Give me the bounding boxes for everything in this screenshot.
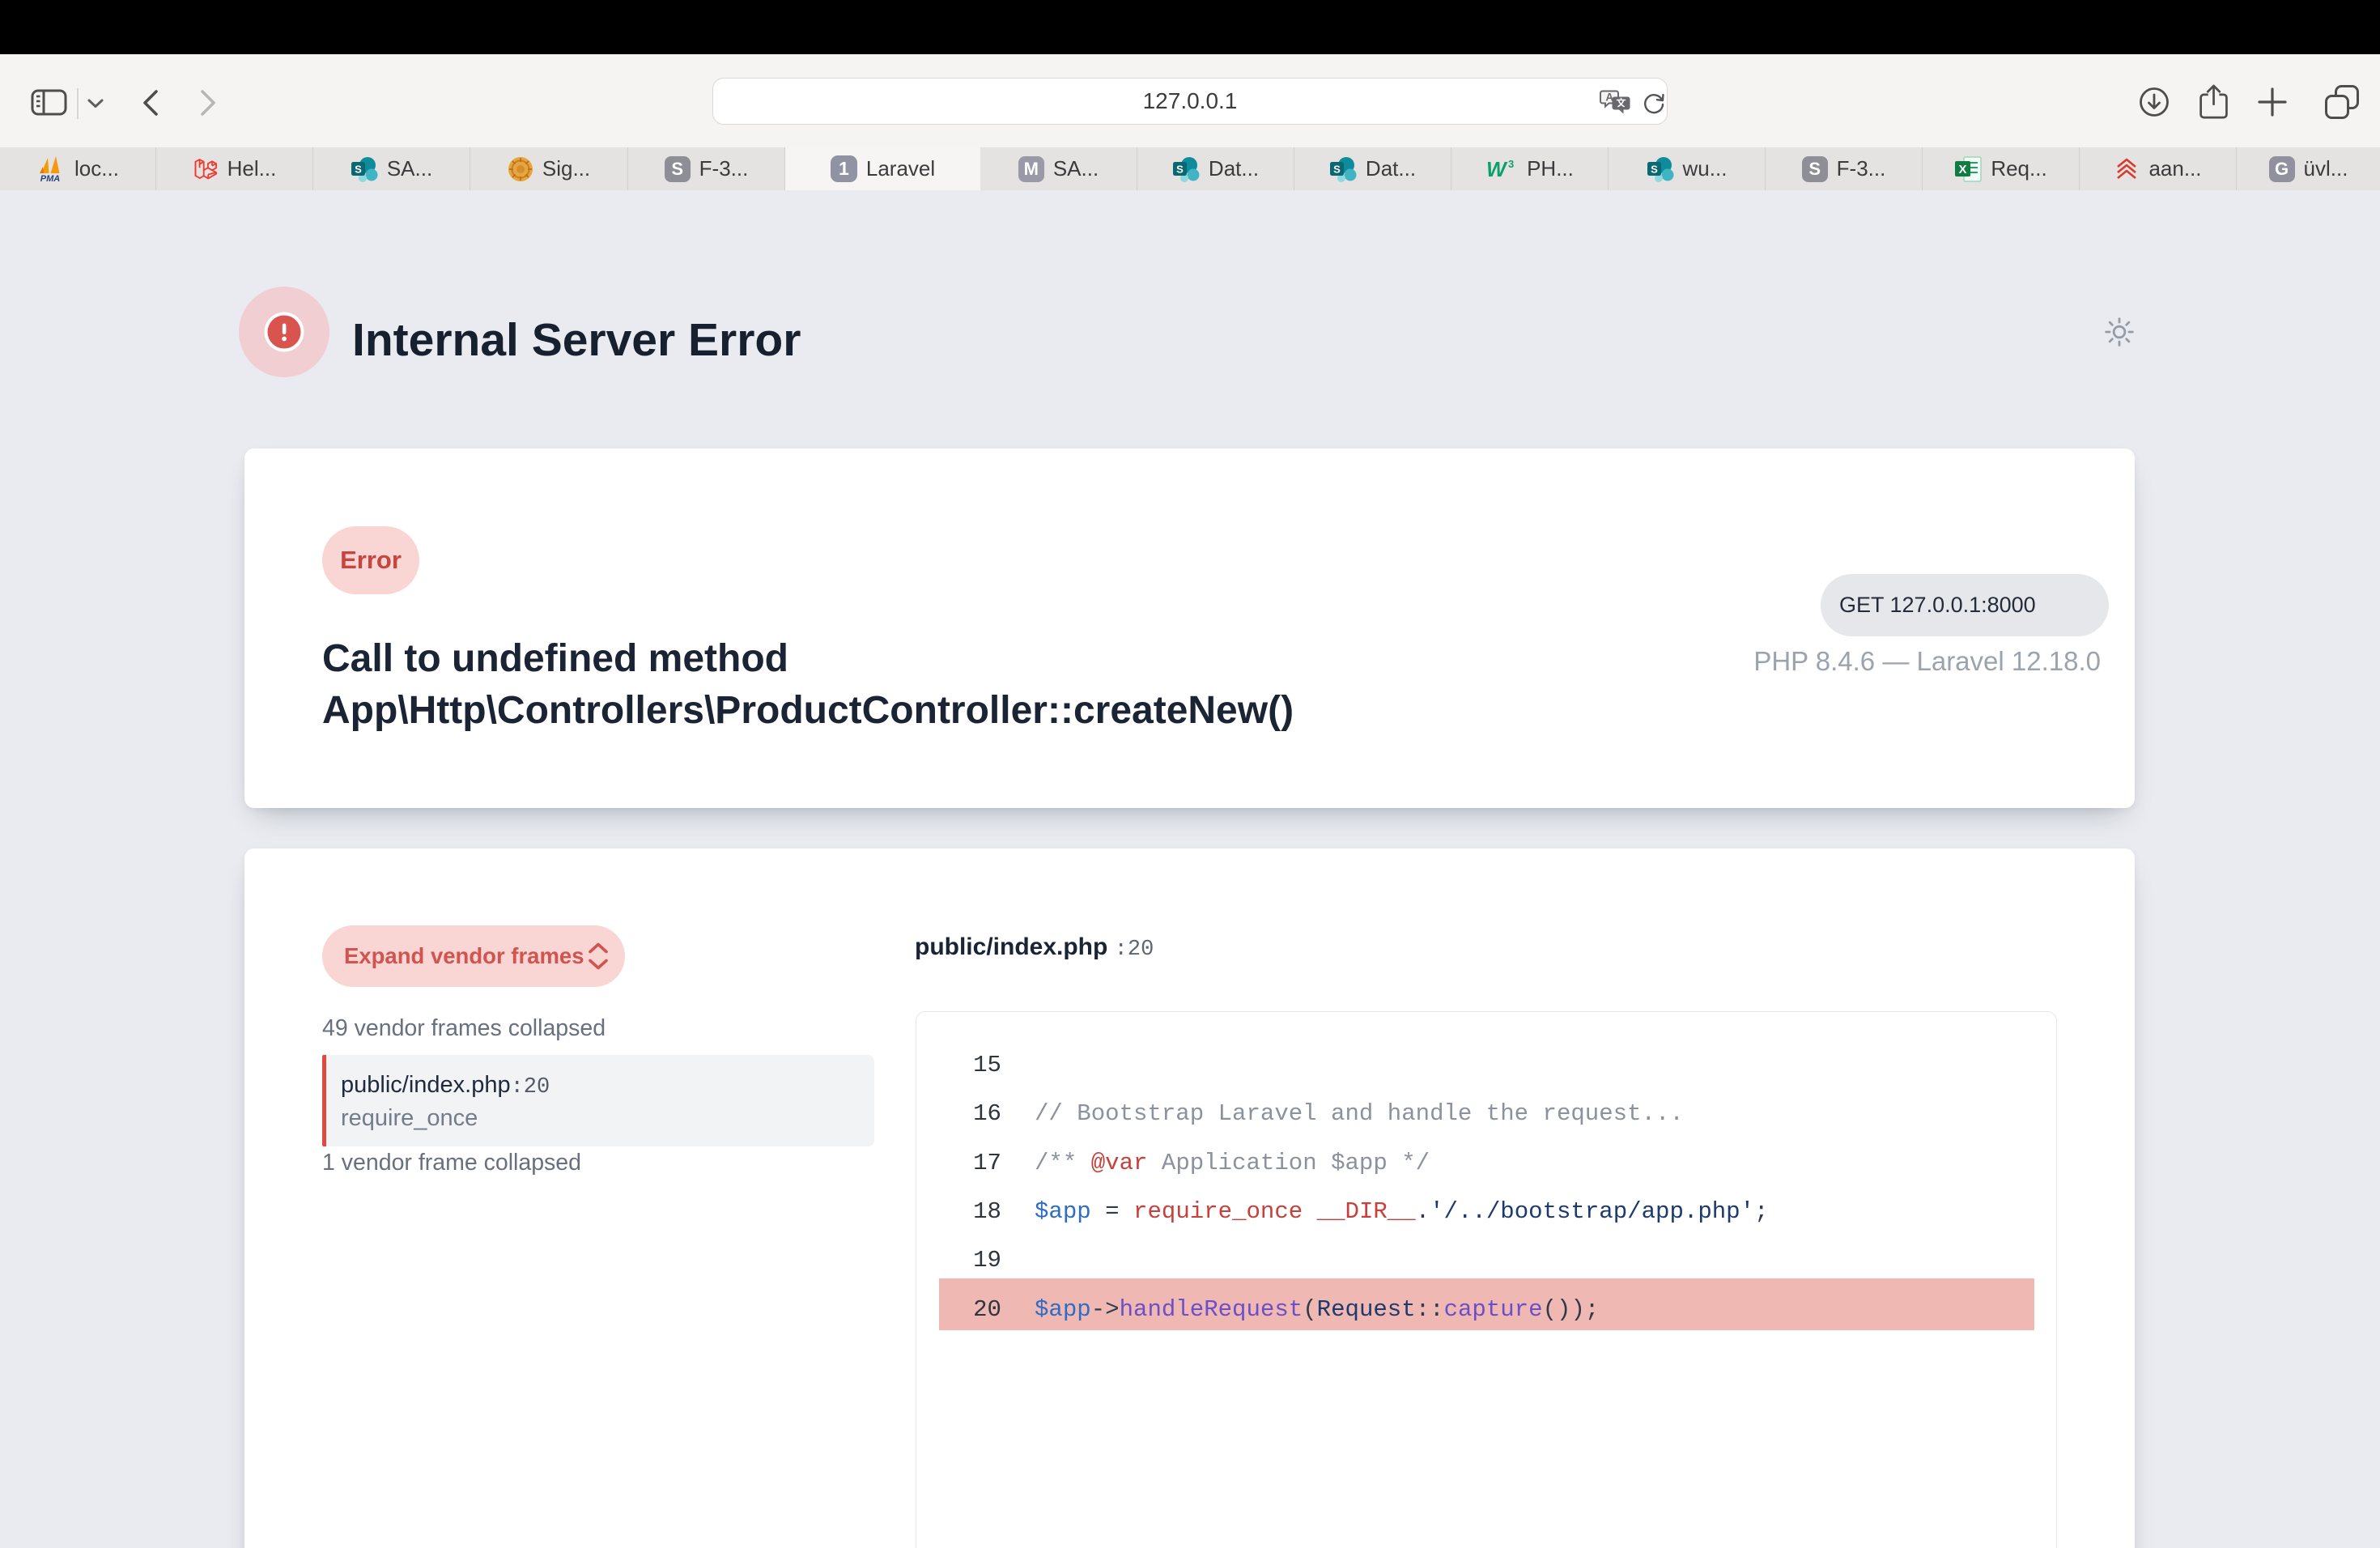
svg-text:3: 3 <box>1508 158 1514 170</box>
svg-text:S: S <box>355 163 362 175</box>
svg-text:S: S <box>1651 163 1658 175</box>
svg-text:PMA: PMA <box>40 174 61 183</box>
svg-text:S: S <box>1333 163 1341 175</box>
svg-text:S: S <box>1176 163 1184 175</box>
svg-text:X: X <box>1959 163 1967 176</box>
svg-text:W: W <box>1486 157 1508 181</box>
